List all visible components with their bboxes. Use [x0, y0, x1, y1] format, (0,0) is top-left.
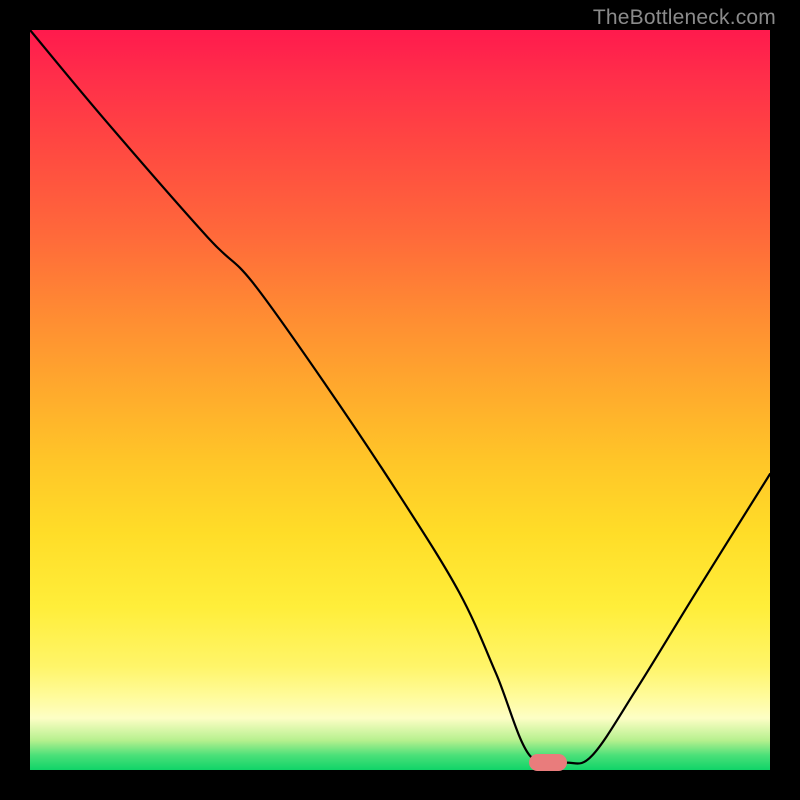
bottleneck-curve [30, 30, 770, 770]
optimum-marker [529, 754, 567, 771]
watermark-text: TheBottleneck.com [593, 6, 776, 30]
plot-area [30, 30, 770, 770]
chart-frame: TheBottleneck.com [0, 0, 800, 800]
